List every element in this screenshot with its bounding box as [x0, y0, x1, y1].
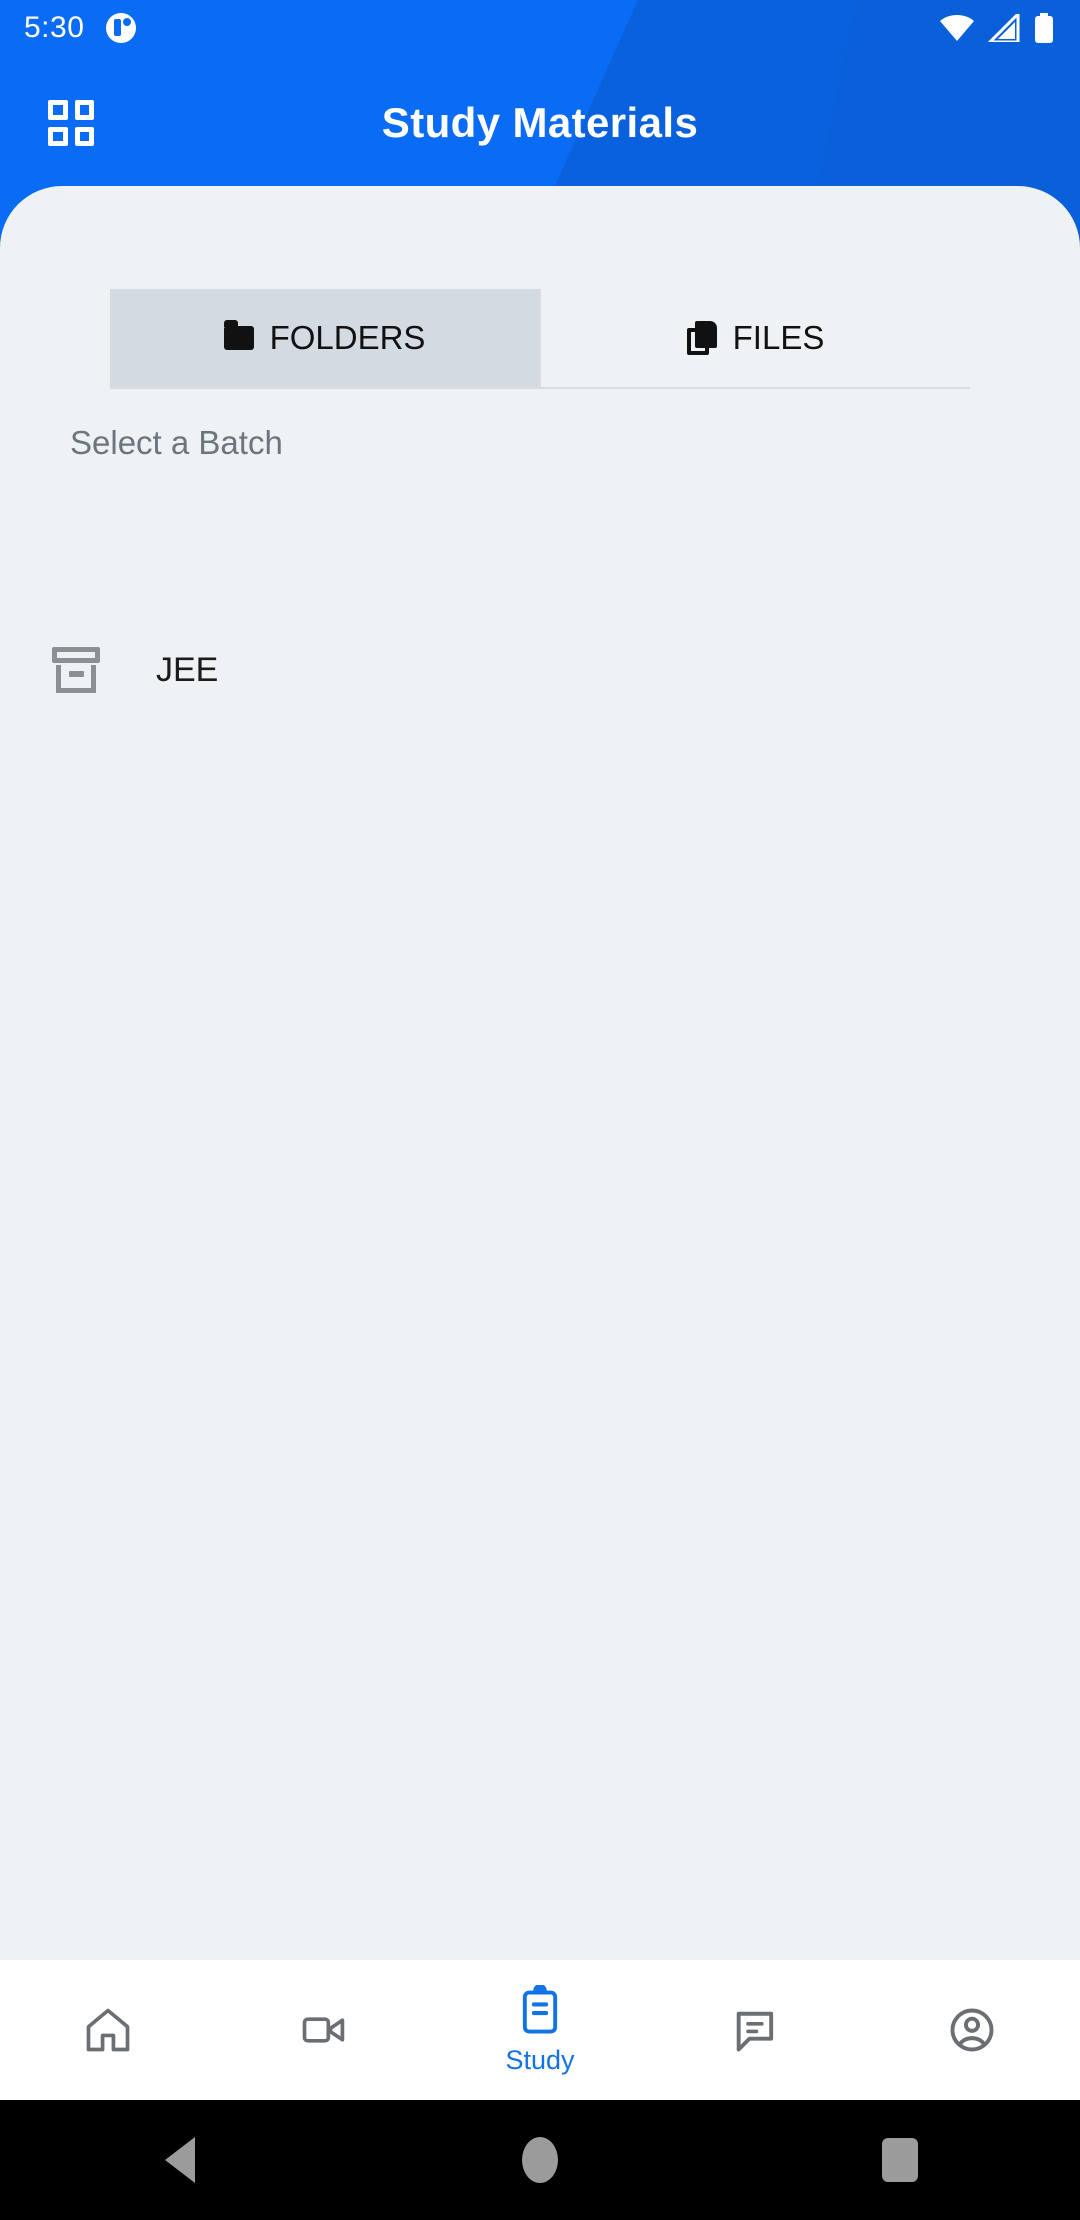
home-icon: [86, 2008, 130, 2052]
files-icon: [686, 321, 717, 355]
nav-item-home[interactable]: [0, 1960, 216, 2100]
select-batch-label: Select a Batch: [70, 424, 283, 461]
system-back-button[interactable]: [120, 2100, 240, 2220]
tab-files[interactable]: FILES: [541, 289, 970, 387]
bottom-navigation-bar: Study: [0, 1960, 1080, 2100]
nav-item-account[interactable]: [864, 1960, 1080, 2100]
nav-item-study[interactable]: Study: [432, 1960, 648, 2100]
clipboard-icon: [522, 1984, 558, 2034]
cellular-signal-icon: [988, 14, 1020, 42]
recents-square-icon: [882, 2138, 918, 2182]
archive-lid: [52, 647, 100, 663]
nav-item-study-label: Study: [505, 2044, 575, 2075]
files-icon-front-page: [694, 321, 717, 348]
home-circle-icon: [522, 2137, 558, 2183]
status-bar: 5:30: [0, 0, 1080, 56]
nav-item-video[interactable]: [216, 1960, 432, 2100]
batch-list-item-jee[interactable]: JEE: [0, 622, 1080, 718]
chat-bubble-icon: [736, 2011, 774, 2052]
tab-files-label: FILES: [732, 319, 825, 356]
system-recents-button[interactable]: [840, 2100, 960, 2220]
archive-box-icon: [52, 647, 100, 693]
system-home-button[interactable]: [480, 2100, 600, 2220]
system-navigation-bar: [0, 2100, 1080, 2220]
app-bar: Study Materials: [0, 68, 1080, 178]
phone-screen: 5:30 Study Materials FOLDERS FILES Selec…: [0, 0, 1080, 2220]
video-camera-icon: [302, 2017, 345, 2043]
status-bar-time: 5:30: [24, 11, 85, 44]
battery-full-icon: [1035, 13, 1053, 43]
tab-folders-label: FOLDERS: [269, 319, 426, 356]
archive-handle: [69, 671, 84, 677]
archive-body: [56, 665, 96, 693]
tab-folders[interactable]: FOLDERS: [110, 289, 539, 387]
status-bar-indicators: [940, 13, 1054, 43]
app-notification-icon: [106, 13, 137, 43]
page-title: Study Materials: [381, 99, 699, 146]
batch-name: JEE: [156, 650, 219, 689]
content-card: FOLDERS FILES Select a Batch JEE: [0, 186, 1080, 1960]
wifi-icon: [940, 15, 974, 41]
folder-icon: [223, 320, 254, 350]
tab-bar: FOLDERS FILES: [110, 289, 970, 389]
account-circle-icon: [950, 2008, 994, 2052]
back-triangle-icon: [165, 2137, 195, 2183]
nav-item-chat[interactable]: [648, 1960, 864, 2100]
